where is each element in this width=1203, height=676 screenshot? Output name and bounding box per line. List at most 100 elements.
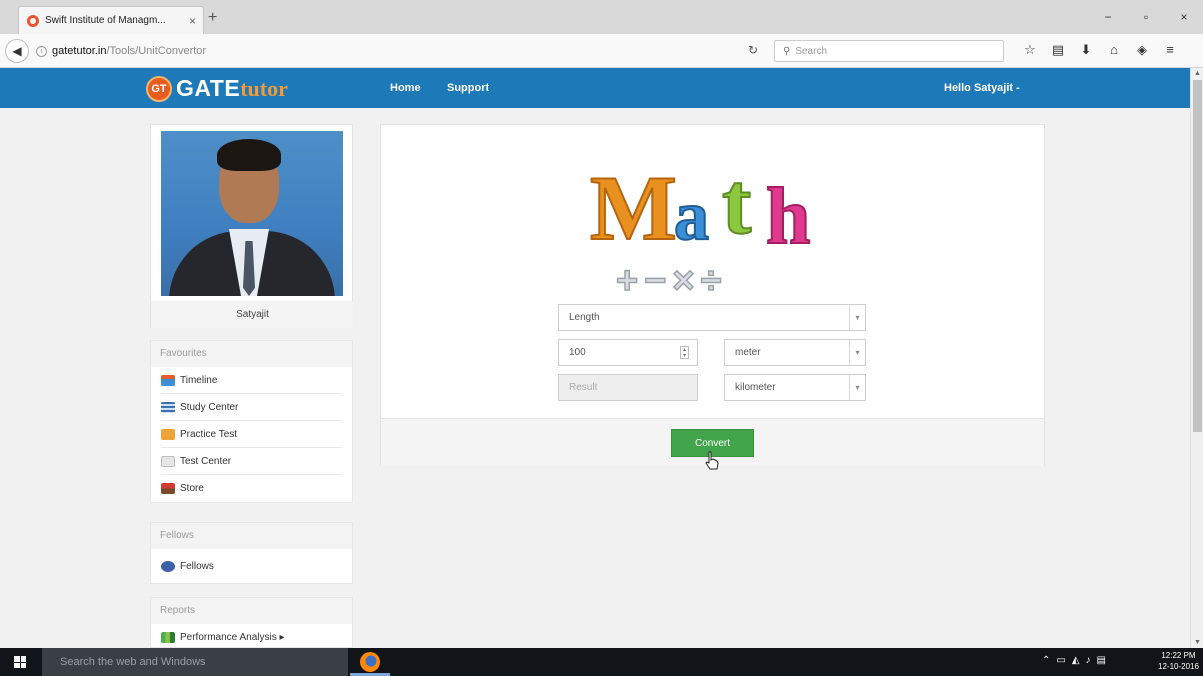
profile-name[interactable]: Satyajit [151,301,354,328]
windows-taskbar: Search the web and Windows ⌃ ▭ ◭ ♪ ▤ 12:… [0,648,1203,676]
timeline-icon [161,374,175,386]
home-icon[interactable]: ⌂ [1100,42,1128,58]
svg-text:a: a [674,178,709,255]
window-controls: − ▫ × [1089,0,1203,34]
sidebar-item-timeline[interactable]: Timeline [161,367,342,394]
fellows-heading: Fellows [151,523,352,549]
firefox-icon[interactable] [360,652,380,672]
logo-badge: GT [146,75,172,102]
browser-nav-bar: ◀ i gatetutor.in/Tools/UnitConvertor ↻ ⚲… [0,34,1203,68]
sidebar-item-label: Practice Test [180,428,238,440]
practice-test-icon [161,428,175,440]
result-placeholder: Result [569,382,598,393]
sidebar-item-store[interactable]: Store [161,475,342,502]
reports-panel: Reports Performance Analysis ▸ [150,597,353,648]
network-icon[interactable]: ◭ [1072,655,1080,666]
sidebar-item-label: Test Center [180,455,232,467]
category-value: Length [569,312,600,323]
scroll-down-icon[interactable]: ▼ [1191,639,1203,646]
sidebar-item-performance-analysis[interactable]: Performance Analysis ▸ [161,624,342,647]
browser-tab[interactable]: Swift Institute of Managm... × [18,6,204,34]
system-tray: ⌃ ▭ ◭ ♪ ▤ [1042,655,1106,666]
clock-time: 12:22 PM [1161,651,1196,660]
chevron-down-icon: ▾ [849,305,865,330]
nav-support-link[interactable]: Support [447,82,489,94]
unit-converter-card: M a t h +−×÷ Length ▾ 100 ▴ ▾ meter ▾ Res… [380,124,1045,466]
chevron-down-icon: ▾ [849,375,865,400]
category-select[interactable]: Length ▾ [558,304,866,331]
search-placeholder: Search [795,45,828,57]
user-menu[interactable]: Hello Satyajit - [944,82,1020,94]
sidebar-item-test-center[interactable]: Test Center [161,448,342,475]
sidebar-item-practice-test[interactable]: Practice Test [161,421,342,448]
scroll-thumb[interactable] [1193,80,1202,432]
profile-card: Satyajit [150,124,354,328]
browser-search-input[interactable]: ⚲ Search [774,40,1004,62]
reload-icon[interactable]: ↻ [748,43,758,57]
windows-start-icon[interactable] [14,656,26,668]
svg-text:t: t [722,156,751,253]
address-bar[interactable]: gatetutor.in/Tools/UnitConvertor [52,45,206,57]
fellows-icon [161,560,175,572]
taskbar-search-input[interactable]: Search the web and Windows [42,648,348,676]
tab-close-icon[interactable]: × [189,14,196,28]
fellows-panel: Fellows Fellows [150,522,353,584]
site-favicon-icon [27,14,39,27]
input-value: 100 [569,347,586,358]
page-scrollbar[interactable]: ▲ ▼ [1190,68,1203,648]
new-tab-button[interactable]: + [208,9,217,27]
sidebar-item-fellows[interactable]: Fellows [161,549,342,583]
menu-icon[interactable]: ≡ [1156,42,1184,58]
site-info-icon[interactable]: i [36,46,47,57]
photo-hair [217,139,281,171]
reports-heading: Reports [151,598,352,624]
profile-photo[interactable] [161,131,343,296]
chevron-up-icon[interactable]: ⌃ [1042,655,1050,666]
svg-text:h: h [766,173,811,261]
battery-icon[interactable]: ▭ [1056,655,1065,666]
test-center-icon [161,455,175,467]
taskbar-clock[interactable]: 12:22 PM 12-10-2016 [1158,650,1199,672]
to-unit-value: kilometer [735,382,776,393]
maximize-button[interactable]: ▫ [1127,0,1165,34]
chevron-down-icon: ▾ [849,340,865,365]
reading-list-icon[interactable]: ▤ [1044,42,1072,58]
result-field: Result [558,374,698,401]
browser-tab-bar: Swift Institute of Managm... × + − ▫ × [0,0,1203,34]
star-icon[interactable]: ☆ [1016,42,1044,58]
volume-icon[interactable]: ♪ [1086,655,1091,666]
url-path: /Tools/UnitConvertor [106,45,207,57]
sidebar-item-label: Timeline [180,374,218,386]
sidebar-item-label: Performance Analysis ▸ [180,632,285,643]
sidebar-item-study-center[interactable]: Study Center [161,394,342,421]
svg-text:M: M [590,157,677,259]
value-input[interactable]: 100 ▴ ▾ [558,339,698,366]
sidebar-item-label: Study Center [180,401,239,413]
nav-home-link[interactable]: Home [390,82,421,94]
from-unit-select[interactable]: meter ▾ [724,339,866,366]
chart-icon [161,632,175,643]
notifications-icon[interactable]: ▤ [1097,655,1106,666]
from-unit-value: meter [735,347,761,358]
tab-title: Swift Institute of Managm... [45,15,166,26]
search-icon: ⚲ [783,45,791,57]
minimize-button[interactable]: − [1089,0,1127,34]
site-logo[interactable]: GT GATE tutor [146,75,288,102]
favourites-heading: Favourites [151,341,352,367]
number-stepper-icon[interactable]: ▴ ▾ [680,346,689,359]
toolbar-icons: ☆ ▤ ⬇ ⌂ ◈ ≡ [1016,42,1184,58]
back-arrow-icon: ◀ [12,44,22,58]
favourites-panel: Favourites Timeline Study Center Practic… [150,340,353,503]
url-host: gatetutor.in [52,45,107,57]
back-button[interactable]: ◀ [5,39,29,63]
scroll-up-icon[interactable]: ▲ [1191,70,1203,77]
pocket-icon[interactable]: ◈ [1128,42,1156,58]
close-window-button[interactable]: × [1165,0,1203,34]
study-center-icon [161,401,175,413]
clock-date: 12-10-2016 [1158,662,1199,671]
store-icon [161,483,175,494]
to-unit-select[interactable]: kilometer ▾ [724,374,866,401]
site-header: GT GATE tutor Home Support Hello Satyajit… [0,68,1190,108]
svg-text:+−×÷: +−×÷ [616,260,727,302]
download-icon[interactable]: ⬇ [1072,42,1100,58]
